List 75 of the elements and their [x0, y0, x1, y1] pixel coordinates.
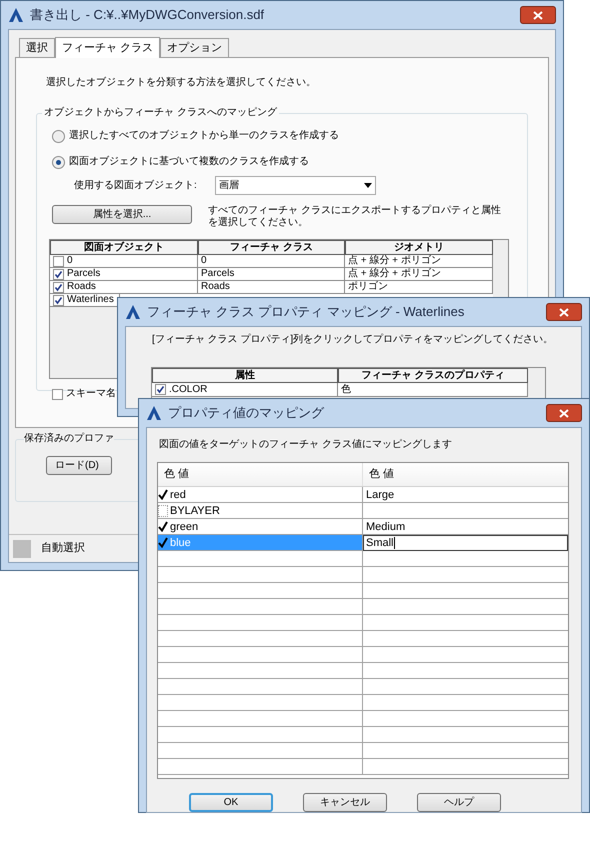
dialog-button[interactable]: ヘルプ	[417, 793, 501, 812]
table-cell-text: BYLAYER	[169, 504, 220, 518]
table-cell: .COLOR	[169, 384, 208, 396]
checkbox[interactable]	[155, 384, 166, 395]
close-icon	[559, 408, 569, 418]
window-title: 書き出し - C:¥..¥MyDWGConversion.sdf	[30, 6, 266, 24]
row-highlight[interactable]: red	[158, 487, 363, 502]
load-button[interactable]: ロード(D)	[46, 456, 112, 475]
status-icon	[13, 540, 31, 558]
check-icon[interactable]	[158, 488, 168, 500]
radio-label: 図面オブジェクトに基づいて複数のクラスを作成する	[69, 155, 309, 169]
check-icon[interactable]	[158, 536, 168, 548]
checkbox[interactable]	[53, 282, 64, 292]
tab[interactable]: フィーチャ クラス	[55, 37, 160, 58]
app-icon	[146, 405, 162, 421]
table-cell: 0	[67, 255, 73, 267]
table-cell: Parcels	[201, 268, 234, 280]
radio-label: 選択したすべてのオブジェクトから単一のクラスを作成する	[69, 129, 339, 143]
column-header: 色 値	[158, 463, 363, 486]
empty-checkbox[interactable]	[158, 504, 168, 516]
close-button[interactable]	[520, 6, 556, 24]
row-highlight[interactable]: BYLAYER	[158, 503, 363, 518]
table-cell: Waterlines	[67, 294, 114, 306]
table-cell: 点 + 線分 + ポリゴン	[348, 255, 441, 267]
app-icon	[8, 7, 24, 23]
table-cell-text: red	[169, 488, 186, 502]
field-label: 使用する図面オブジェクト:	[74, 178, 198, 192]
table-cell: 色	[341, 384, 351, 396]
table-cell: 0	[201, 255, 207, 267]
dropdown[interactable]: 画層	[215, 176, 376, 195]
dialog-button[interactable]: OK	[189, 793, 273, 812]
close-icon	[533, 10, 543, 20]
table-cell: Parcels	[67, 268, 100, 280]
dialog-button[interactable]: キャンセル	[303, 793, 387, 812]
table-cell: Roads	[201, 281, 230, 293]
table-cell: ポリゴン	[348, 281, 388, 293]
window-title: フィーチャ クラス プロパティ マッピング - Waterlines	[147, 303, 466, 322]
instruction-text: [フィーチャ クラス プロパティ]列をクリックしてプロパティをマッピングしてください。	[152, 333, 554, 347]
group-title: 保存済みのプロファ	[24, 432, 114, 446]
checkbox[interactable]	[53, 268, 64, 280]
group-title: オブジェクトからフィーチャ クラスへのマッピング	[43, 106, 278, 120]
column-header: 属性	[152, 368, 338, 383]
column-header: 色 値	[368, 467, 396, 482]
instruction-text: 図面の値をターゲットのフィーチャ クラス値にマッピングします	[159, 438, 453, 452]
close-button[interactable]	[546, 404, 582, 422]
close-button[interactable]	[546, 303, 582, 321]
table-cell: Roads	[67, 281, 96, 293]
column-header: 図面オブジェクト	[50, 240, 198, 255]
table-cell-text: Large	[365, 488, 394, 502]
checkbox[interactable]	[53, 294, 64, 306]
dropdown-arrow-icon	[364, 183, 372, 188]
status-text: 自動選択	[41, 541, 85, 556]
checkbox[interactable]	[52, 388, 63, 400]
select-attributes-button[interactable]: 属性を選択...	[52, 205, 192, 224]
hint-text: すべてのフィーチャ クラスにエクスポートするプロパティと属性を選択してください。	[208, 205, 502, 229]
radio-button[interactable]	[52, 156, 65, 168]
cell-editor[interactable]: Small	[363, 534, 568, 550]
table-cell-text: blue	[169, 536, 191, 550]
table-cell: 点 + 線分 + ポリゴン	[348, 268, 441, 280]
app-icon	[125, 304, 141, 320]
window-title: プロパティ値のマッピング	[168, 404, 326, 422]
check-icon[interactable]	[158, 520, 168, 532]
radio-button[interactable]	[52, 130, 65, 142]
table-cell-text: green	[169, 520, 198, 534]
close-icon	[559, 308, 569, 316]
checkbox-label: スキーマ名	[66, 387, 116, 401]
tab[interactable]: オプション	[160, 38, 230, 57]
checkbox[interactable]	[53, 256, 64, 266]
table-cell-text: Medium	[365, 520, 406, 534]
instruction-text: 選択したオブジェクトを分類する方法を選択してください。	[46, 76, 317, 90]
column-header: フィーチャ クラスのプロパティ	[338, 368, 528, 383]
column-header: ジオメトリ	[345, 240, 493, 255]
row-highlight[interactable]: green	[158, 519, 363, 534]
tab[interactable]: 選択	[19, 38, 55, 57]
column-header: フィーチャ クラス	[198, 240, 345, 255]
